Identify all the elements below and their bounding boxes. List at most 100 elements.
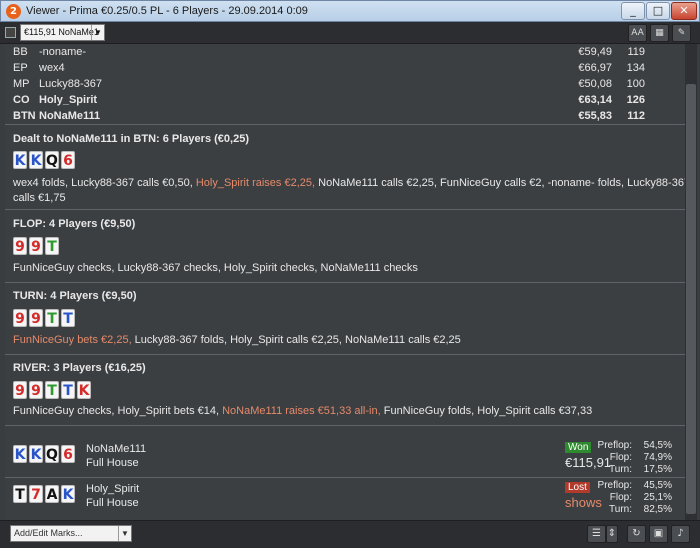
- position-label: EP: [13, 62, 28, 74]
- playing-card: T: [61, 309, 75, 327]
- equity-value: 17,5%: [643, 464, 672, 475]
- notes-button[interactable]: ☰: [587, 525, 606, 543]
- result-player-name: NoNaMe111: [86, 443, 147, 455]
- stepper-icon: ⇕: [607, 528, 617, 539]
- toolbar: €115,91 NoNaMe1 ▼ AA ▦ ✎: [0, 22, 700, 44]
- grid-icon: ▦: [655, 28, 664, 38]
- playing-card: T: [13, 485, 27, 503]
- hand-select-dropdown[interactable]: €115,91 NoNaMe1 ▼: [20, 24, 105, 41]
- equity-value: 74,9%: [643, 452, 672, 463]
- scrollbar-thumb[interactable]: [686, 84, 696, 514]
- river-header: RIVER: 3 Players (€16,25): [13, 362, 146, 374]
- result-badge: Won: [565, 442, 592, 453]
- hand-history-panel: BB -noname- €59,49 119 EP wex4 €66,97 134 MP Luck…: [5, 44, 685, 520]
- title-bar: 2 Viewer - Prima €0.25/0.5 PL - 6 Player…: [0, 0, 700, 22]
- position-label: MP: [13, 78, 30, 90]
- action-highlight: Holy_Spirit raises €2,25,: [195, 177, 316, 189]
- notes-icon: ☰: [592, 528, 601, 539]
- marks-dropdown[interactable]: Add/Edit Marks... ▼: [10, 525, 132, 542]
- playing-card: T: [45, 309, 59, 327]
- playing-card: 9: [13, 237, 27, 255]
- playing-card: 9: [13, 381, 27, 399]
- preflop-actions-cont: calls €1,75: [13, 192, 66, 204]
- grid-button[interactable]: ▦: [650, 24, 669, 42]
- stepper-button[interactable]: ⇕: [606, 525, 618, 543]
- font-size-button[interactable]: AA: [628, 24, 647, 42]
- player-bb-count: 134: [626, 62, 645, 74]
- player-stack: €66,97: [578, 62, 612, 74]
- playing-card: T: [61, 381, 75, 399]
- playing-card: 9: [13, 309, 27, 327]
- divider: [5, 282, 685, 283]
- equity-value: 25,1%: [643, 492, 672, 503]
- equity-label: Flop:: [609, 492, 632, 503]
- marks-placeholder: Add/Edit Marks...: [14, 528, 83, 538]
- preflop-actions: wex4 folds, Lucky88-367 calls €0,50, Hol…: [13, 177, 685, 189]
- equity-label: Preflop:: [597, 480, 632, 491]
- divider: [5, 425, 685, 426]
- position-label: CO: [13, 94, 30, 106]
- result-badge: Lost: [565, 482, 590, 493]
- river-actions: FunNiceGuy checks, Holy_Spirit bets €14,…: [13, 405, 592, 417]
- playing-card: K: [13, 151, 27, 169]
- playing-card: 9: [29, 309, 43, 327]
- divider: [5, 124, 685, 125]
- turn-actions: FunNiceGuy bets €2,25, Lucky88-367 folds…: [13, 334, 461, 346]
- twitter-icon: ♪: [677, 528, 684, 539]
- playing-card: K: [13, 445, 27, 463]
- maximize-button[interactable]: □: [646, 2, 670, 20]
- preflop-header: Dealt to NoNaMe111 in BTN: 6 Players (€0…: [13, 133, 249, 145]
- playing-card: T: [45, 381, 59, 399]
- action-highlight: FunNiceGuy bets €2,25,: [13, 334, 132, 346]
- equity-label: Turn:: [609, 504, 632, 515]
- action-text: FunNiceGuy checks, Holy_Spirit bets €14,: [13, 405, 223, 417]
- action-text: NoNaMe111 calls €2,25, FunNiceGuy calls …: [315, 177, 685, 189]
- playing-card: 9: [29, 237, 43, 255]
- equity-label: Turn:: [609, 464, 632, 475]
- flop-header: FLOP: 4 Players (€9,50): [13, 218, 136, 230]
- result-player-name: Holy_Spirit: [86, 483, 140, 495]
- playing-card: T: [45, 237, 59, 255]
- flop-actions: FunNiceGuy checks, Lucky88-367 checks, H…: [13, 262, 418, 274]
- minimize-button[interactable]: _: [621, 2, 645, 20]
- edit-button[interactable]: ✎: [672, 24, 691, 42]
- player-name: NoNaMe111: [39, 110, 101, 122]
- playing-card: Q: [45, 151, 59, 169]
- playing-card: 6: [61, 445, 75, 463]
- player-bb-count: 100: [626, 78, 645, 90]
- action-highlight: NoNaMe111 raises €51,33 all-in,: [222, 405, 381, 417]
- player-bb-count: 119: [627, 46, 645, 58]
- divider: [5, 209, 685, 210]
- player-bb-count: 126: [626, 94, 645, 106]
- playing-card: 7: [29, 485, 43, 503]
- player-name: -noname-: [39, 46, 87, 58]
- app-icon: 2: [6, 4, 21, 19]
- vertical-scrollbar[interactable]: [685, 44, 697, 520]
- player-name: wex4: [39, 62, 65, 74]
- playing-card: A: [45, 485, 59, 503]
- playing-card: K: [61, 485, 75, 503]
- hand-select-value: €115,91 NoNaMe1: [24, 27, 99, 37]
- action-text: FunNiceGuy folds, Holy_Spirit calls €37,…: [380, 405, 593, 417]
- playing-card: Q: [45, 445, 59, 463]
- action-text: Lucky88-367 folds, Holy_Spirit calls €2,…: [131, 334, 461, 346]
- replay-button[interactable]: ↻: [627, 525, 646, 543]
- font-size-icon: AA: [631, 28, 644, 38]
- player-name: Holy_Spirit: [39, 94, 98, 106]
- equity-label: Preflop:: [597, 440, 632, 451]
- result-hand: Full House: [86, 457, 139, 469]
- close-button[interactable]: ✕: [671, 2, 697, 20]
- twitter-button[interactable]: ♪: [671, 525, 690, 543]
- save-button[interactable]: ▣: [649, 525, 668, 543]
- divider: [5, 354, 685, 355]
- result-hand: Full House: [86, 497, 139, 509]
- player-stack: €55,83: [578, 110, 612, 122]
- action-text: wex4 folds, Lucky88-367 calls €0,50,: [13, 177, 196, 189]
- window-title: Viewer - Prima €0.25/0.5 PL - 6 Players …: [26, 5, 308, 17]
- position-label: BB: [13, 46, 28, 58]
- pencil-icon: ✎: [677, 28, 686, 38]
- equity-label: Flop:: [609, 452, 632, 463]
- result-amount: shows: [565, 495, 602, 510]
- select-checkbox[interactable]: [5, 27, 16, 38]
- player-bb-count: 112: [627, 110, 645, 122]
